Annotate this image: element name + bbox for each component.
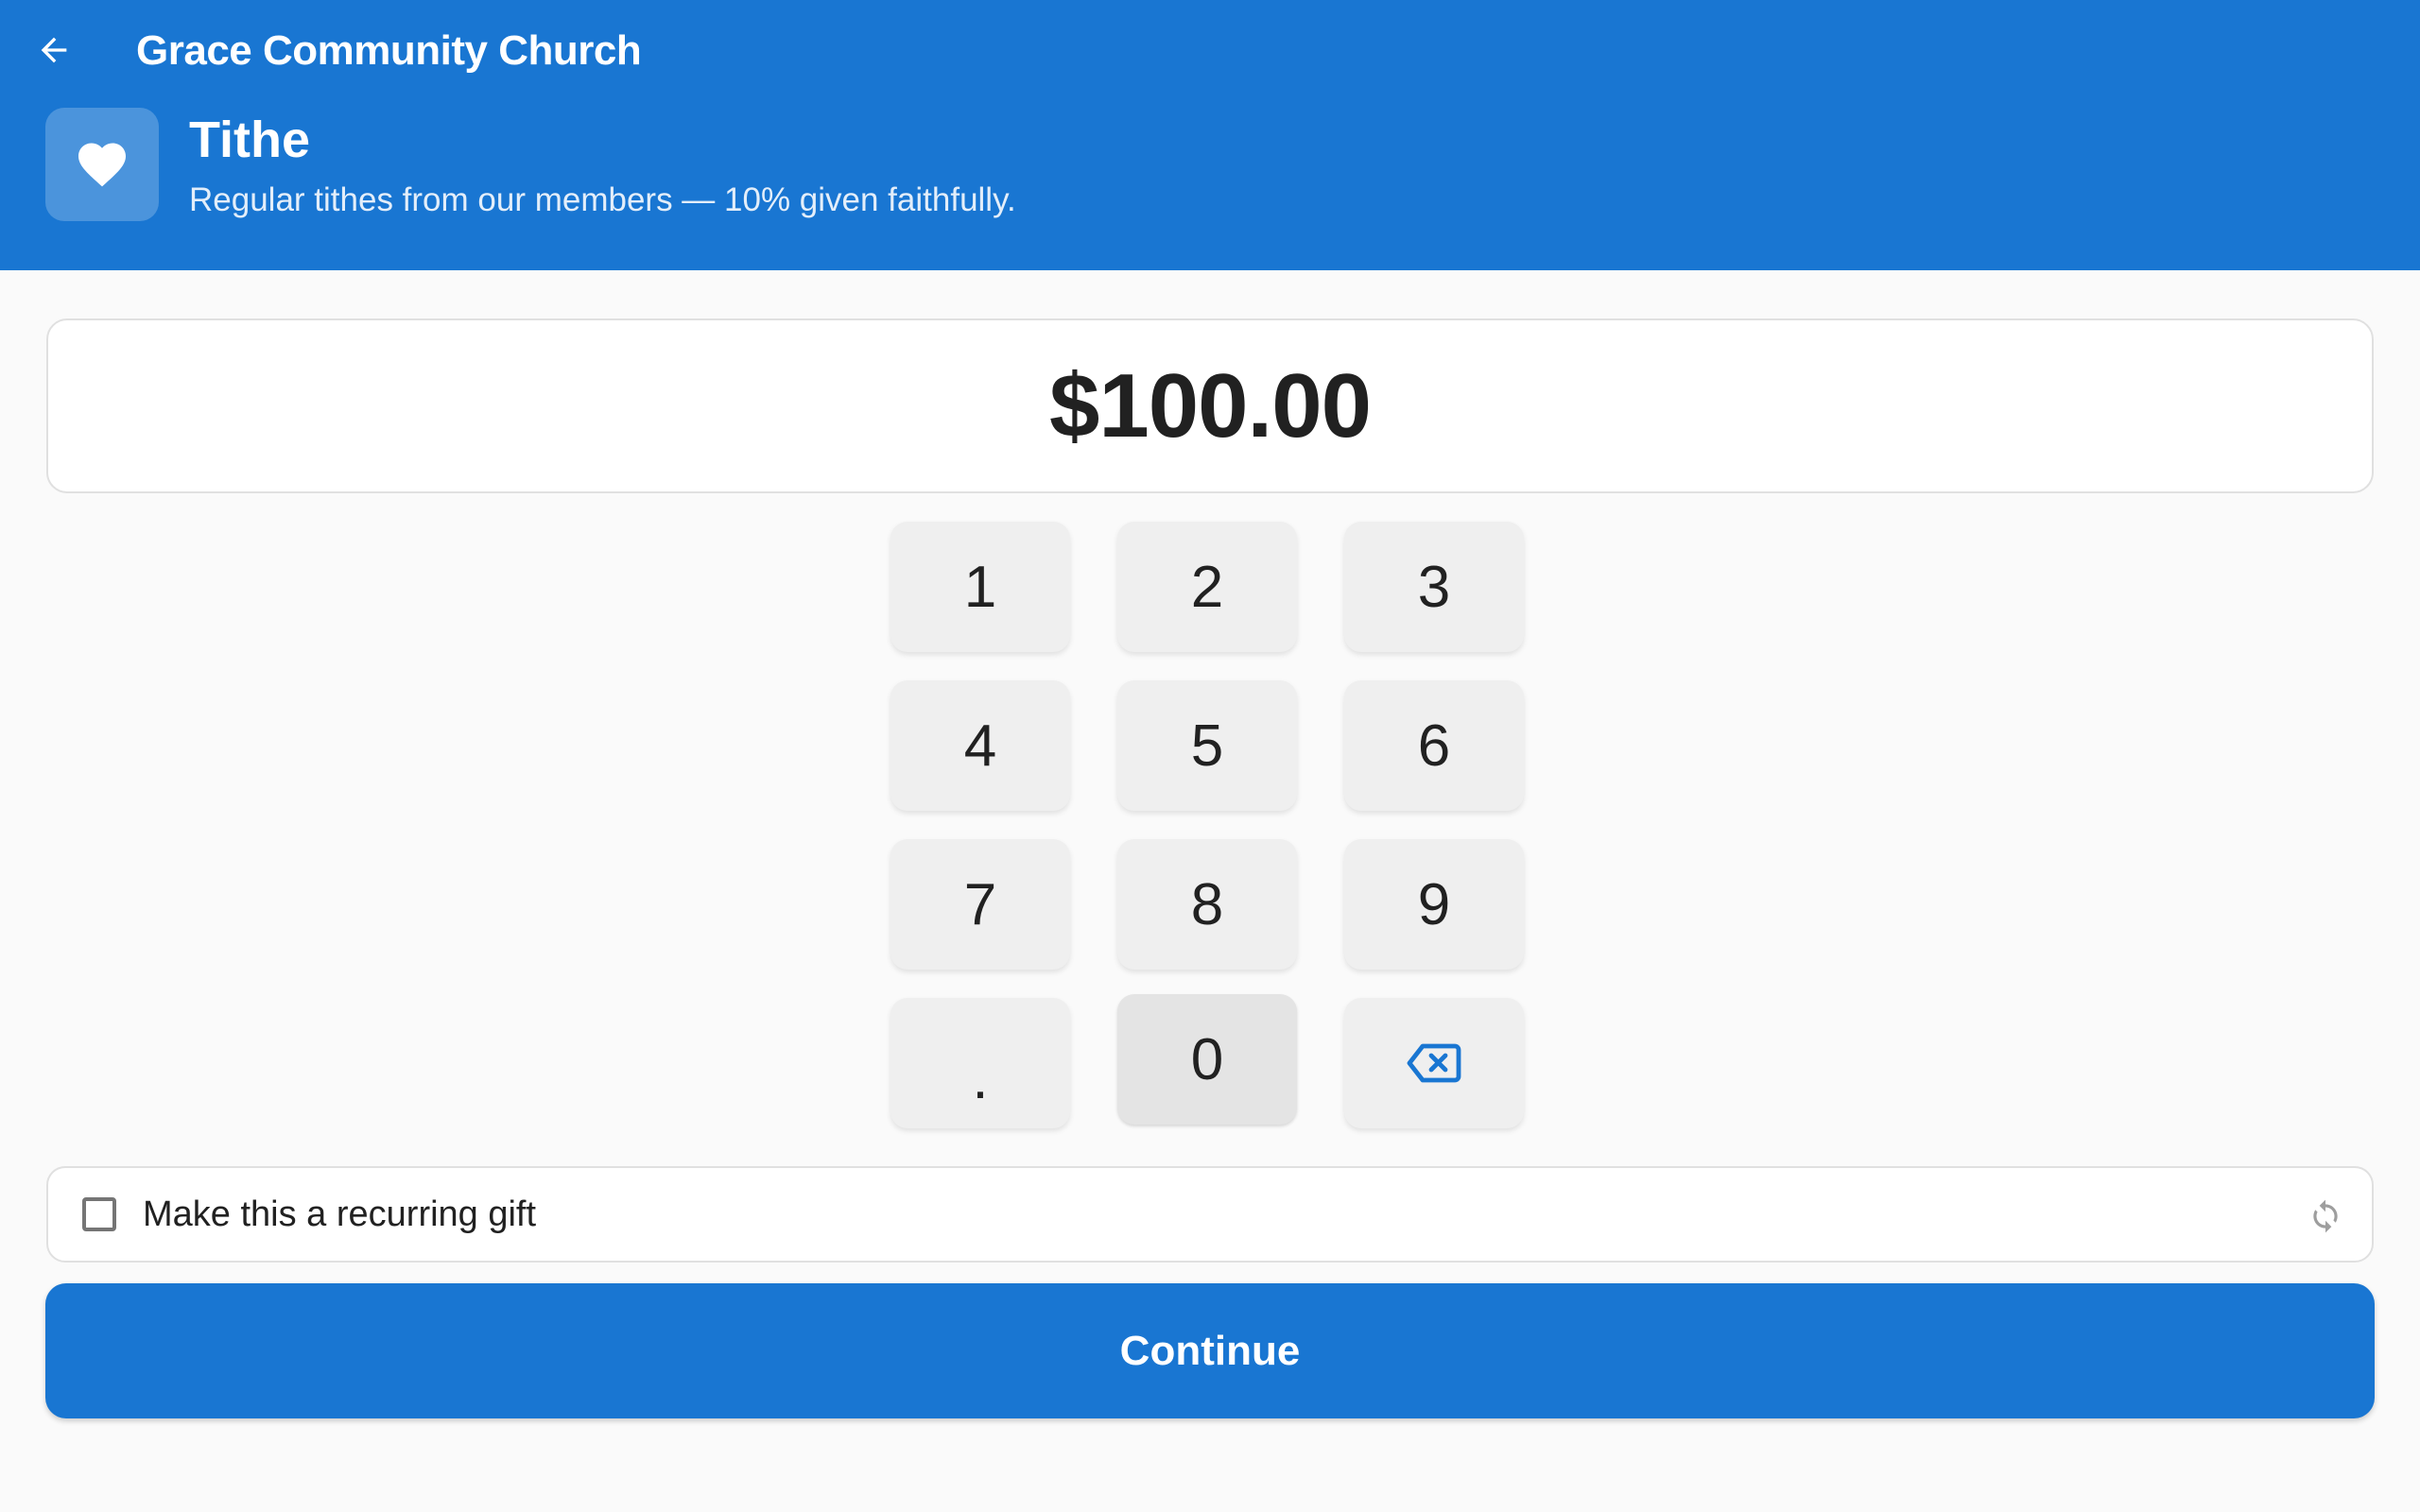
key-label: 9 (1417, 871, 1451, 937)
key-label: 6 (1417, 713, 1451, 779)
recurring-label: Make this a recurring gift (143, 1194, 537, 1234)
arrow-left-icon (41, 37, 67, 63)
fund-icon-tile (45, 108, 159, 221)
app-title: Grace Community Church (136, 27, 642, 74)
recurring-checkbox[interactable] (82, 1197, 116, 1231)
key-7[interactable]: 7 (890, 839, 1070, 970)
key-label: 0 (1190, 1026, 1224, 1092)
key-6[interactable]: 6 (1344, 680, 1524, 811)
recurring-gift-option[interactable]: Make this a recurring gift (46, 1166, 2374, 1263)
key-label: 3 (1417, 554, 1451, 620)
key-label: 8 (1190, 871, 1224, 937)
refresh-icon (2313, 1199, 2338, 1233)
back-button[interactable] (25, 21, 83, 79)
key-9[interactable]: 9 (1344, 839, 1524, 970)
key-label: 7 (963, 871, 997, 937)
key-4[interactable]: 4 (890, 680, 1070, 811)
continue-button[interactable]: Continue (45, 1283, 2375, 1418)
key-label: 4 (963, 713, 997, 779)
key-0[interactable]: 0 (1117, 994, 1297, 1125)
heart-icon (78, 143, 126, 187)
key-decimal[interactable]: . (890, 998, 1070, 1128)
key-3[interactable]: 3 (1344, 522, 1524, 652)
key-label: 5 (1190, 713, 1224, 779)
key-5[interactable]: 5 (1117, 680, 1297, 811)
key-2[interactable]: 2 (1117, 522, 1297, 652)
backspace-icon (1407, 1043, 1461, 1083)
header: Grace Community Church Tithe Regular tit… (0, 0, 2420, 270)
keypad: 1 2 3 4 5 6 7 8 9 . 0 (890, 522, 1524, 1128)
key-label: . (972, 1045, 989, 1111)
amount-display: $100.00 (46, 318, 2374, 493)
backspace-button[interactable] (1344, 998, 1524, 1128)
key-1[interactable]: 1 (890, 522, 1070, 652)
key-label: 2 (1190, 554, 1224, 620)
key-label: 1 (963, 554, 997, 620)
fund-description: Regular tithes from our members — 10% gi… (189, 181, 1016, 218)
amount-value: $100.00 (1048, 354, 1372, 456)
fund-name: Tithe (189, 112, 311, 168)
key-8[interactable]: 8 (1117, 839, 1297, 970)
